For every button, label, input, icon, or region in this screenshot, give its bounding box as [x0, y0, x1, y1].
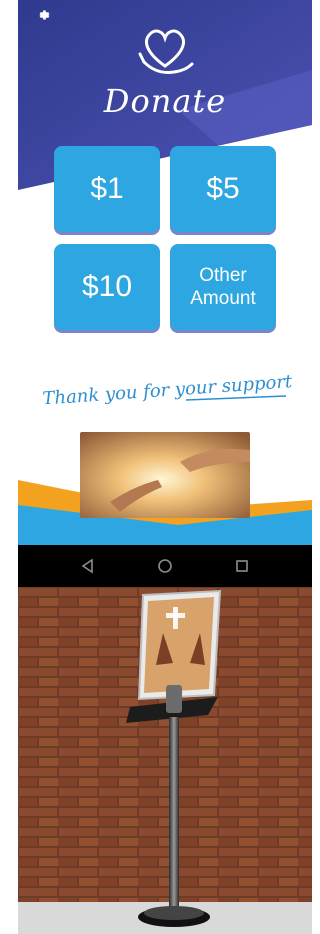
other-amount-button[interactable]: Other Amount: [170, 244, 276, 330]
donate-1-button[interactable]: $1: [54, 146, 160, 232]
button-label: Other Amount: [190, 265, 256, 309]
heart-hand-icon: [138, 29, 194, 74]
donate-10-button[interactable]: $10: [54, 244, 160, 330]
button-label: $1: [90, 172, 124, 205]
donate-logo: Donate: [100, 24, 230, 124]
button-label: $10: [81, 270, 133, 303]
donate-5-button[interactable]: $5: [170, 146, 276, 232]
thank-you-message: Thank you for your support: [42, 371, 294, 404]
kiosk-stand-photo: [18, 587, 312, 934]
square-recents-icon[interactable]: [232, 556, 252, 576]
logo-wordmark: Donate: [103, 82, 227, 120]
triangle-back-icon[interactable]: [78, 556, 98, 576]
circle-home-icon[interactable]: [155, 556, 175, 576]
hands-photo: [80, 432, 250, 518]
android-nav-bar: [18, 545, 312, 587]
kiosk-sign: [137, 589, 222, 701]
donation-app-screen: Donate $1 $5 $10 Other Amount Thank you …: [18, 0, 312, 545]
gear-icon[interactable]: [36, 8, 50, 22]
thank-you-text: Thank you for your support: [42, 371, 294, 404]
button-label: $5: [206, 172, 240, 205]
